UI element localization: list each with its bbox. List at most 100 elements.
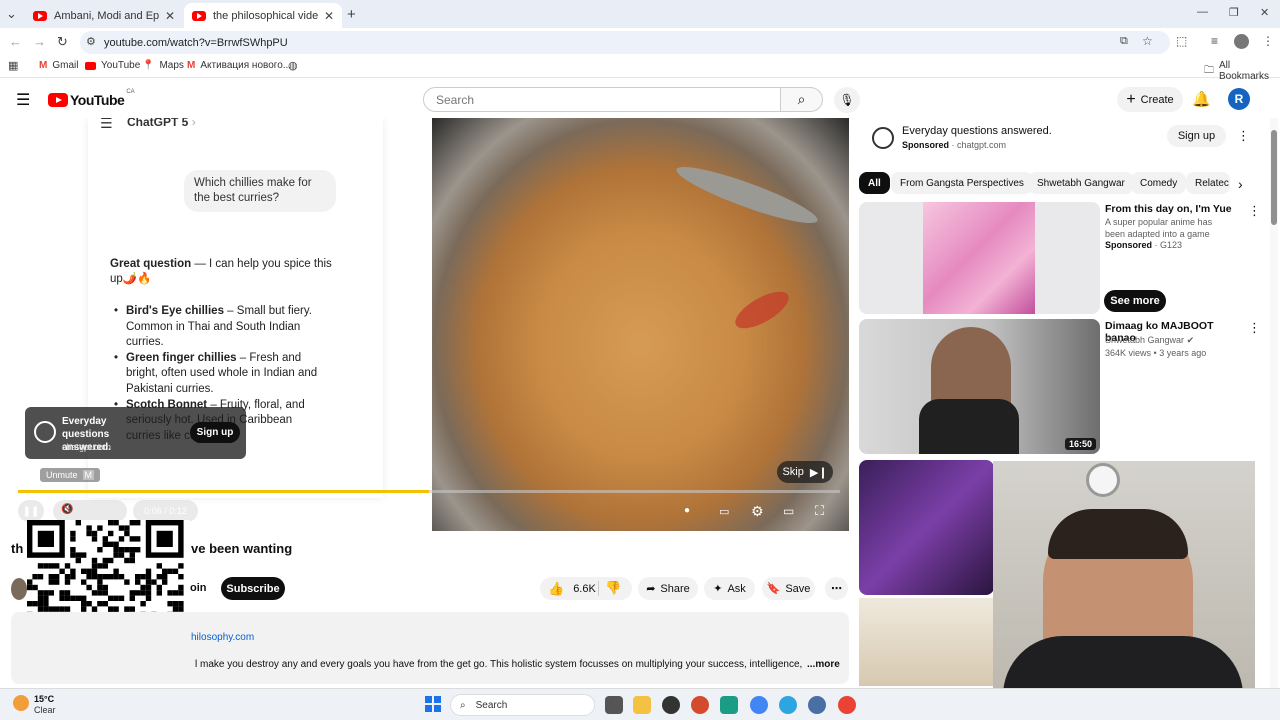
more-vert-icon[interactable]: ⋮ bbox=[1237, 128, 1250, 144]
like-icon[interactable]: 👍 bbox=[548, 581, 564, 597]
bookmark-activation[interactable]: M Активация нового... bbox=[187, 60, 291, 71]
search-input[interactable]: Search bbox=[423, 87, 781, 112]
chip-shwetabh-gangwar[interactable]: Shwetabh Gangwar bbox=[1028, 172, 1134, 194]
more-vert-icon[interactable]: ⋮ bbox=[1248, 320, 1261, 336]
tomato-piece bbox=[730, 284, 794, 336]
join-button[interactable]: oin bbox=[190, 582, 207, 594]
bookmark-gmail[interactable]: M Gmail bbox=[39, 60, 78, 71]
task-view-icon[interactable] bbox=[605, 696, 623, 714]
like-count[interactable]: 6.6K bbox=[573, 583, 596, 595]
fullscreen-icon[interactable]: ⛶ bbox=[815, 503, 824, 519]
telegram-icon[interactable] bbox=[779, 696, 797, 714]
dislike-icon[interactable]: 👎 bbox=[605, 580, 621, 596]
weather-icon[interactable] bbox=[13, 695, 29, 711]
video-duration-badge: 16:50 bbox=[1064, 438, 1096, 450]
ad-overlay-card[interactable]: Everyday questions answered. chatgpt.com… bbox=[25, 407, 246, 459]
restore-icon[interactable]: ❐ bbox=[1229, 6, 1239, 19]
bookmark-maps[interactable]: 📍 Maps bbox=[142, 60, 184, 71]
sidebar-sponsor-card[interactable]: Everyday questions answered. Sponsored ·… bbox=[859, 118, 1259, 160]
weather-desc[interactable]: Clear bbox=[34, 705, 56, 715]
taskbar-search[interactable]: ⌕ Search bbox=[450, 694, 595, 716]
notifications-bell-icon[interactable]: 🔔 bbox=[1192, 90, 1211, 108]
sidebar-thumbnail-video-4[interactable] bbox=[859, 598, 994, 686]
subscribe-button[interactable]: Subscribe bbox=[221, 577, 285, 600]
share-button[interactable]: ➦ Share bbox=[638, 577, 698, 600]
install-app-icon[interactable]: ⧉ bbox=[1120, 35, 1128, 48]
video-player[interactable]: ☰ ChatGPT 5 › Which chillies make for th… bbox=[18, 118, 849, 531]
create-button[interactable]: + Create bbox=[1117, 87, 1183, 112]
sidebar-item-title[interactable]: From this day on, I'm Yue bbox=[1105, 203, 1245, 215]
chip-related[interactable]: Relatec bbox=[1186, 172, 1230, 194]
search-button[interactable]: ⌕ bbox=[781, 87, 823, 112]
more-actions-button[interactable]: ⋯ bbox=[825, 577, 848, 600]
chrome-icon[interactable] bbox=[750, 696, 768, 714]
like-dislike-group: 👍 6.6K 👎 bbox=[540, 577, 632, 600]
autoplay-toggle-icon[interactable]: ● bbox=[684, 505, 690, 516]
sidebar-item-channel[interactable]: Shwetabh Gangwar bbox=[1105, 335, 1184, 345]
sidebar-thumbnail-video-3[interactable] bbox=[859, 460, 994, 595]
sidebar-thumbnail-video[interactable]: 16:50 bbox=[859, 319, 1100, 454]
account-avatar[interactable]: R bbox=[1228, 88, 1250, 110]
channel-avatar[interactable] bbox=[11, 578, 27, 600]
chrome-profile-icon[interactable] bbox=[838, 696, 856, 714]
file-explorer-icon[interactable] bbox=[633, 696, 651, 714]
sidebar-thumbnail-ad[interactable] bbox=[859, 202, 1100, 314]
browser-menu-icon[interactable]: ⋮ bbox=[1262, 34, 1274, 48]
page-scrollbar[interactable] bbox=[1270, 118, 1278, 688]
bookmark-youtube[interactable]: YouTube bbox=[85, 60, 140, 71]
extensions-icon[interactable]: ⬚ bbox=[1176, 34, 1187, 48]
ask-button[interactable]: ✦ Ask bbox=[704, 577, 755, 600]
back-icon[interactable]: ← bbox=[9, 34, 22, 49]
chatgpt-logo-icon bbox=[34, 421, 56, 443]
volume-control[interactable]: 🔇 bbox=[53, 500, 127, 522]
save-button[interactable]: 🔖 Save bbox=[762, 577, 815, 600]
all-bookmarks[interactable]: 🗀 All Bookmarks bbox=[1204, 60, 1280, 82]
scrollbar-thumb[interactable] bbox=[1271, 130, 1277, 225]
tab-ambani[interactable]: Ambani, Modi and Epstein | Le ✕ bbox=[25, 3, 183, 28]
youtube-logo[interactable]: YouTube CA bbox=[48, 89, 135, 108]
chip-comedy[interactable]: Comedy bbox=[1131, 172, 1187, 194]
description-box[interactable]: hilosophy.com l make you destroy any and… bbox=[11, 612, 849, 684]
start-windows-icon[interactable] bbox=[425, 696, 441, 712]
new-tab-icon[interactable]: + bbox=[347, 6, 356, 23]
sponsor-signup-button[interactable]: Sign up bbox=[1167, 125, 1226, 147]
close-icon[interactable]: ✕ bbox=[165, 9, 175, 23]
hamburger-menu-icon[interactable]: ☰ bbox=[16, 90, 30, 110]
theater-mode-icon[interactable]: ▭ bbox=[783, 504, 794, 518]
settings-icon[interactable] bbox=[808, 696, 826, 714]
skip-ad-button[interactable]: Skip ▶❙ bbox=[777, 461, 833, 483]
site-info-icon[interactable]: ⚙ bbox=[86, 35, 96, 48]
close-icon[interactable]: ✕ bbox=[324, 9, 334, 23]
pause-button[interactable]: ❚❚ bbox=[18, 500, 44, 522]
app-icon-3[interactable] bbox=[720, 696, 738, 714]
address-input[interactable]: ⚙ youtube.com/watch?v=BrrwfSWhpPU ⧉ ☆ bbox=[80, 31, 1170, 54]
tab-list-icon[interactable]: ⌄ bbox=[6, 6, 17, 22]
more-vert-icon[interactable]: ⋮ bbox=[1248, 203, 1261, 219]
chevron-right-icon[interactable]: › bbox=[1238, 176, 1243, 192]
unmute-button[interactable]: Unmute M bbox=[40, 468, 101, 482]
reading-list-icon[interactable]: ≡ bbox=[1211, 34, 1218, 48]
ad-overlay-signup-button[interactable]: Sign up bbox=[190, 422, 240, 443]
app-icon-1[interactable] bbox=[662, 696, 680, 714]
subtitles-icon[interactable]: ▭ bbox=[719, 505, 729, 518]
description-link[interactable]: hilosophy.com bbox=[191, 632, 254, 643]
reload-icon[interactable]: ↻ bbox=[57, 34, 68, 50]
bookmark-star-icon[interactable]: ☆ bbox=[1142, 34, 1153, 48]
progress-track[interactable] bbox=[18, 490, 840, 493]
settings-gear-icon[interactable]: ⚙ bbox=[751, 503, 764, 520]
minimize-icon[interactable]: — bbox=[1197, 6, 1208, 18]
forward-icon[interactable]: → bbox=[33, 34, 46, 49]
globe-icon[interactable]: ◍ bbox=[288, 59, 298, 72]
window-close-icon[interactable]: ✕ bbox=[1260, 6, 1269, 19]
see-more-button[interactable]: See more bbox=[1104, 290, 1166, 312]
profile-avatar[interactable] bbox=[1234, 34, 1249, 49]
apps-grid-icon[interactable]: ▦ bbox=[8, 59, 18, 72]
chip-all[interactable]: All bbox=[859, 172, 890, 194]
voice-search-button[interactable]: 🎙 bbox=[834, 87, 860, 113]
description-more-link[interactable]: ...more bbox=[807, 659, 840, 670]
chip-gangsta-perspectives[interactable]: From Gangsta Perspectives bbox=[891, 172, 1033, 194]
youtube-header: ☰ YouTube CA Search ⌕ 🎙 + Create 🔔 R bbox=[0, 80, 1280, 118]
app-icon-2[interactable] bbox=[691, 696, 709, 714]
weather-temp[interactable]: 15°C bbox=[34, 694, 54, 704]
tab-philosophical-video[interactable]: the philosophical video you ha ✕ bbox=[184, 3, 342, 28]
